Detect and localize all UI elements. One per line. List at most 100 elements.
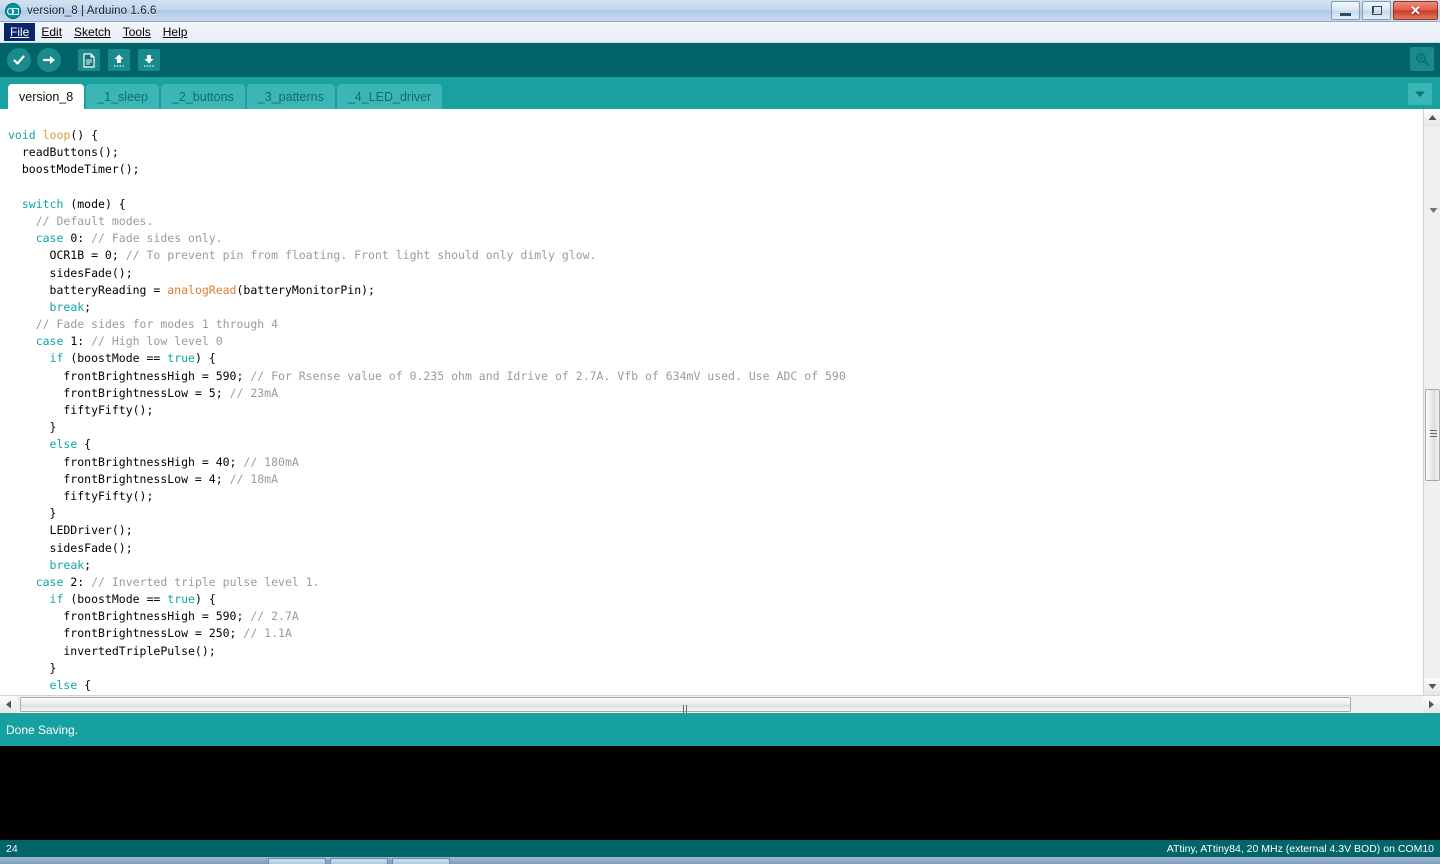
code-token: case (36, 334, 64, 348)
scroll-down-button[interactable] (1424, 678, 1440, 695)
triangle-right-icon (1428, 700, 1435, 709)
close-icon: ✕ (1410, 4, 1421, 17)
taskbar-item[interactable] (268, 858, 326, 864)
code-token: ; (84, 300, 91, 314)
code-token: if (50, 592, 64, 606)
scroll-thumb[interactable] (1425, 389, 1440, 481)
code-line: LEDDriver(); (8, 522, 1440, 539)
code-editor[interactable]: void loop() { readButtons(); boostModeTi… (0, 109, 1440, 713)
scroll-up-button[interactable] (1424, 109, 1440, 126)
minimize-button[interactable] (1331, 1, 1360, 20)
windows-taskbar[interactable] (0, 857, 1440, 864)
magnifier-icon (1414, 51, 1430, 67)
code-token: 1: (63, 334, 91, 348)
chevron-down-icon (1414, 90, 1426, 98)
code-token: (batteryMonitorPin); (237, 283, 375, 297)
code-token (8, 231, 36, 245)
hscroll-thumb[interactable] (20, 697, 1351, 712)
new-sketch-button[interactable] (75, 46, 103, 74)
code-line: case 0: // Fade sides only. (8, 230, 1440, 247)
save-sketch-button[interactable] (135, 46, 163, 74)
arrow-down-icon (138, 49, 160, 71)
code-token: loop (43, 128, 71, 142)
code-token: // Fade sides only. (91, 231, 223, 245)
code-token: frontBrightnessHigh = 590; (8, 609, 250, 623)
code-token: // For Rsense value of 0.235 ohm and Idr… (250, 369, 845, 383)
code-token: analogRead (167, 283, 236, 297)
code-token: break (50, 300, 85, 314)
scroll-left-button[interactable] (0, 696, 17, 713)
code-line: batteryReading = analogRead(batteryMonit… (8, 282, 1440, 299)
serial-monitor-button[interactable] (1410, 47, 1434, 71)
menu-edit-label: Edit (41, 25, 62, 39)
open-sketch-button[interactable] (105, 46, 133, 74)
code-line: case 1: // High low level 0 (8, 333, 1440, 350)
code-token: (mode) { (63, 197, 125, 211)
code-line: boostModeTimer(); (8, 161, 1440, 178)
code-token (8, 592, 50, 606)
scroll-right-button[interactable] (1423, 696, 1440, 713)
code-token: boostModeTimer(); (8, 162, 140, 176)
taskbar-item[interactable] (330, 858, 388, 864)
code-line (8, 179, 1440, 196)
code-token: case (36, 575, 64, 589)
code-line: else { (8, 677, 1440, 694)
code-token: // To prevent pin from floating. Front l… (126, 248, 597, 262)
code-token: } (8, 506, 56, 520)
new-file-icon (78, 49, 100, 71)
sketch-tab-_3_patterns[interactable]: _3_patterns (247, 84, 335, 109)
sketch-tab-version_8[interactable]: version_8 (8, 84, 84, 109)
arduino-infinity-icon (5, 3, 21, 19)
triangle-down-icon (1428, 683, 1437, 690)
sketch-tab-_1_sleep[interactable]: _1_sleep (86, 84, 159, 109)
code-line: switch (mode) { (8, 196, 1440, 213)
console-output[interactable] (0, 746, 1440, 840)
menu-item-edit[interactable]: Edit (35, 23, 68, 41)
code-token: () { (70, 128, 98, 142)
code-token: if (50, 351, 64, 365)
taskbar-item[interactable] (392, 858, 450, 864)
menu-sketch-label: Sketch (74, 25, 111, 39)
code-token: // Default modes. (36, 214, 154, 228)
sketch-tab-_2_buttons[interactable]: _2_buttons (161, 84, 245, 109)
maximize-button[interactable] (1362, 1, 1391, 20)
code-token (8, 575, 36, 589)
code-token: } (8, 420, 56, 434)
close-button[interactable]: ✕ (1393, 1, 1438, 20)
sketch-tab-_4_LED_driver[interactable]: _4_LED_driver (337, 84, 442, 109)
window-title: version_8 | Arduino 1.6.6 (27, 5, 157, 17)
code-token (8, 197, 22, 211)
hscroll-thumb-grip (683, 701, 690, 710)
tab-label: _4_LED_driver (348, 90, 431, 104)
menu-item-help[interactable]: Help (157, 23, 194, 41)
menu-item-sketch[interactable]: Sketch (68, 23, 117, 41)
code-line: case 2: // Inverted triple pulse level 1… (8, 574, 1440, 591)
code-line: break; (8, 557, 1440, 574)
menu-item-file[interactable]: File (4, 23, 35, 41)
code-line: void loop() { (8, 127, 1440, 144)
tab-menu-button[interactable] (1408, 83, 1432, 105)
code-token: frontBrightnessLow = 4; (8, 472, 230, 486)
code-token: OCR1B = 0; (8, 248, 126, 262)
code-token: else (50, 437, 78, 451)
code-token: fiftyFifty(); (8, 403, 153, 417)
code-token (8, 334, 36, 348)
code-text[interactable]: void loop() { readButtons(); boostModeTi… (8, 127, 1440, 711)
menu-tools-label: Tools (123, 25, 151, 39)
code-token: readButtons(); (8, 145, 119, 159)
code-line: } (8, 419, 1440, 436)
tab-label: _2_buttons (172, 90, 234, 104)
code-line: sidesFade(); (8, 265, 1440, 282)
menu-help-label: Help (163, 25, 188, 39)
code-line: // Default modes. (8, 213, 1440, 230)
verify-button[interactable] (5, 46, 33, 74)
code-token: invertedTriplePulse(); (8, 644, 216, 658)
upload-button[interactable] (35, 46, 63, 74)
editor-horizontal-scrollbar[interactable] (0, 695, 1440, 713)
code-line: break; (8, 299, 1440, 316)
menu-item-tools[interactable]: Tools (117, 23, 157, 41)
code-token: ) { (195, 592, 216, 606)
code-token: ; (84, 558, 91, 572)
sketch-tab-bar: version_8 _1_sleep _2_buttons _3_pattern… (0, 77, 1440, 109)
editor-vertical-scrollbar[interactable] (1423, 109, 1440, 695)
